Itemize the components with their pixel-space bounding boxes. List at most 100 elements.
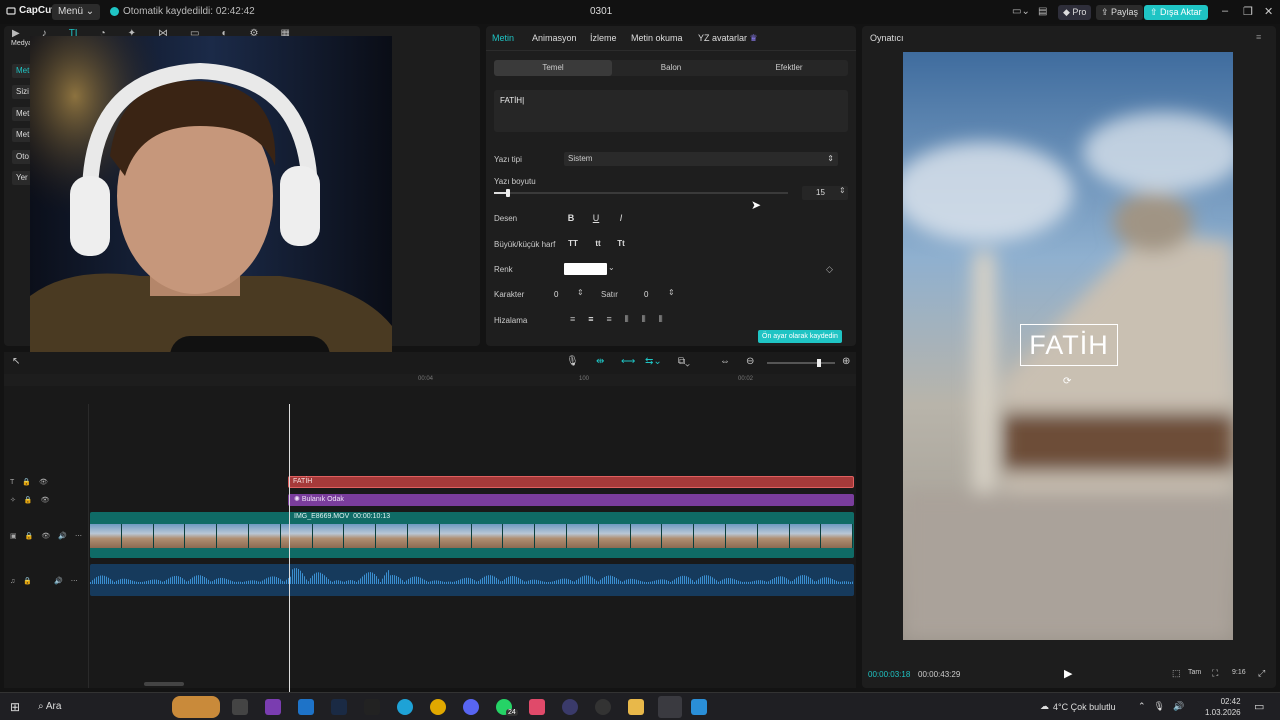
ratio-button[interactable]: 9:16 — [1232, 669, 1246, 676]
zoom-out-icon[interactable]: ⊖ — [746, 356, 754, 367]
horizontal-scrollbar[interactable] — [144, 682, 184, 686]
timeline-ruler[interactable]: 00:04 100 00:02 — [4, 374, 856, 386]
underline-button[interactable]: U — [589, 211, 603, 225]
windows-start-icon[interactable]: ⊞ — [10, 700, 20, 714]
maximize-icon[interactable]: ❐ — [1243, 5, 1253, 18]
select-tool-icon[interactable]: ↖ — [12, 356, 20, 367]
pro-button[interactable]: ◆ Pro — [1058, 5, 1092, 20]
rotate-icon[interactable]: ⟳ — [1063, 376, 1071, 387]
titlecase-button[interactable]: Tt — [614, 237, 628, 251]
video-clip[interactable]: IMG_E8669.MOV 00:00:10:13 — [90, 512, 854, 558]
align-left-icon[interactable]: ≡ — [570, 314, 575, 325]
fullscreen-icon[interactable]: ⤢ — [1258, 668, 1265, 679]
left-tab-6[interactable]: Yer — [12, 171, 32, 185]
full-quality-button[interactable]: Tam — [1188, 669, 1201, 676]
chevron-updown-icon[interactable]: ⇕ — [668, 288, 675, 297]
video-preview[interactable]: FATİH ⟳ — [903, 52, 1233, 640]
subtab-effects[interactable]: Efektler — [730, 60, 848, 76]
eye-icon[interactable]: 👁 — [41, 532, 50, 540]
lock-icon[interactable]: 🔒 — [24, 496, 33, 504]
search-box[interactable]: ⌕ Ara — [38, 701, 61, 712]
size-slider-track[interactable] — [494, 189, 788, 197]
playhead[interactable] — [289, 404, 290, 714]
font-select[interactable]: Sistem ⇕ — [564, 152, 838, 166]
discord-icon[interactable] — [463, 699, 479, 715]
color-swatch[interactable] — [564, 263, 607, 275]
minimize-icon[interactable]: – — [1222, 5, 1228, 17]
music-icon[interactable] — [529, 699, 545, 715]
volume-icon[interactable]: 🔊 — [1173, 701, 1184, 712]
audio-clip[interactable] — [90, 564, 854, 596]
notification-icon[interactable]: ▭ — [1254, 700, 1264, 713]
copilot-icon[interactable] — [265, 699, 281, 715]
speaker-icon[interactable]: 🔊 — [54, 577, 63, 585]
eye-icon[interactable]: 👁 — [39, 478, 48, 486]
lock-icon[interactable]: 🔒 — [23, 577, 32, 585]
weather[interactable]: ☁ 4°C Çok bulutlu — [1040, 701, 1116, 712]
mail-icon[interactable] — [298, 699, 314, 715]
align-right-icon[interactable]: ≡ — [607, 314, 612, 325]
widget-image[interactable] — [172, 696, 220, 718]
bold-button[interactable]: B — [564, 211, 578, 225]
zoom-slider-handle[interactable] — [817, 359, 822, 367]
line-spacing-value[interactable]: 0 — [644, 288, 648, 302]
lowercase-button[interactable]: tt — [591, 237, 605, 251]
photos-icon[interactable] — [691, 699, 707, 715]
char-spacing-value[interactable]: 0 — [554, 288, 558, 302]
italic-button[interactable]: I — [614, 211, 628, 225]
align-bottom-icon[interactable]: ⦀ — [659, 314, 663, 325]
magnet-icon[interactable]: ⟷ — [621, 356, 635, 367]
task-view-icon[interactable] — [232, 699, 248, 715]
align-middle-icon[interactable]: ⦀ — [642, 314, 646, 325]
microphone-icon[interactable]: 🎙 — [566, 356, 579, 367]
lock-icon[interactable]: 🔒 — [22, 478, 31, 486]
github-icon[interactable] — [595, 699, 611, 715]
eye-icon[interactable]: 👁 — [41, 496, 50, 504]
mic-icon[interactable]: 🎙 — [1154, 701, 1165, 712]
tab-tracking[interactable]: İzleme — [590, 33, 617, 43]
effect-clip[interactable]: ✺ Bulanık Odak — [288, 494, 854, 506]
more-icon[interactable]: ⋯ — [75, 532, 82, 540]
text-selection-box[interactable]: FATİH — [1020, 324, 1118, 366]
capcut-taskbar-icon[interactable] — [658, 696, 682, 718]
lock-icon[interactable]: 🔒 — [25, 532, 34, 540]
fit-timeline-icon[interactable]: ⇔ — [720, 356, 730, 367]
fit-icon[interactable]: ⛶ — [1212, 668, 1218, 679]
size-stepper[interactable]: 15 ⇕ — [802, 186, 848, 200]
save-preset-button[interactable]: Ön ayar olarak kaydedin — [758, 330, 842, 343]
tab-animation[interactable]: Animasyon — [532, 33, 577, 43]
chevron-up-icon[interactable]: ⌃ — [1138, 701, 1146, 712]
text-content-field[interactable]: FATİH| — [494, 90, 848, 132]
tab-text-to-speech[interactable]: Metin okuma — [631, 33, 683, 43]
keyframe-icon[interactable]: ◇ — [826, 264, 833, 275]
chrome-icon[interactable] — [430, 699, 446, 715]
more-icon[interactable]: ⋯ — [71, 577, 78, 585]
subtab-bubble[interactable]: Balon — [612, 60, 730, 76]
uppercase-button[interactable]: TT — [566, 237, 580, 251]
speaker-icon[interactable]: 🔊 — [58, 532, 67, 540]
menu-icon[interactable]: ≡ — [1256, 32, 1261, 42]
tab-text[interactable]: Metin — [492, 33, 514, 43]
close-icon[interactable]: ✕ — [1264, 5, 1273, 18]
text-clip[interactable]: FATİH — [288, 476, 854, 488]
epic-games-icon[interactable] — [364, 699, 380, 715]
zoom-slider[interactable] — [767, 359, 835, 367]
tab-ai-avatars[interactable]: YZ avatarlar ♛ — [698, 33, 758, 44]
edge-icon[interactable] — [397, 699, 413, 715]
file-explorer-icon[interactable] — [628, 699, 644, 715]
link-clips-icon[interactable]: ⇹ — [596, 356, 604, 367]
subtab-basic[interactable]: Temel — [494, 60, 612, 76]
snap-icon[interactable]: ⇆⌄ — [645, 356, 662, 367]
app-icon[interactable] — [562, 699, 578, 715]
preview-axis-icon[interactable]: ⧉⌄ — [678, 356, 690, 367]
layout-icon[interactable]: ▭⌄ — [1012, 6, 1030, 17]
steam-icon[interactable] — [331, 699, 347, 715]
align-center-icon[interactable]: ≡ — [588, 314, 593, 325]
export-button[interactable]: ⇧ Dışa Aktar — [1144, 5, 1208, 20]
menu-button[interactable]: Menü ⌄ — [52, 4, 101, 20]
shortcuts-icon[interactable]: ▤ — [1038, 6, 1047, 17]
size-slider-handle[interactable] — [505, 189, 510, 197]
chevron-updown-icon[interactable]: ⇕ — [577, 288, 584, 297]
zoom-in-icon[interactable]: ⊕ — [842, 356, 850, 367]
crop-icon[interactable]: ⬚ — [1172, 668, 1181, 679]
